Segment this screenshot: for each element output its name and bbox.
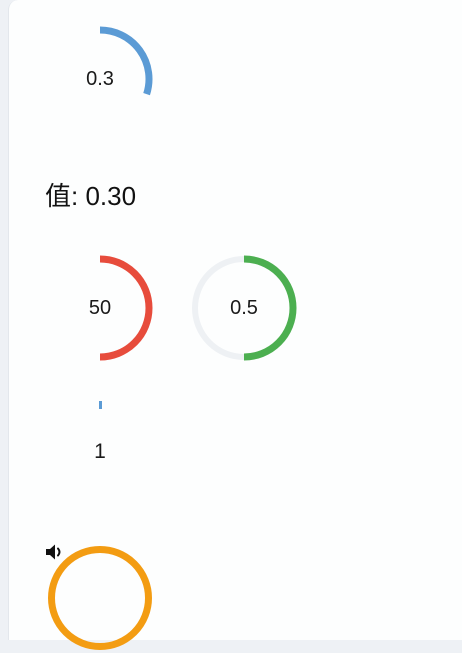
volume-icon	[45, 543, 155, 653]
knob-1[interactable]: 0.3	[48, 26, 153, 131]
value-readout: 值: 0.30	[45, 181, 137, 211]
volume-knob[interactable]	[45, 543, 155, 653]
knob-3[interactable]: 0.5	[192, 255, 297, 361]
knob-4-value: 1	[94, 440, 106, 463]
knob-4[interactable]	[80, 398, 120, 414]
knob-4-indicator	[99, 401, 102, 409]
knob-2-value: 50	[88, 296, 112, 319]
knob-2[interactable]: 50	[48, 255, 153, 361]
knob-3-value: 0.5	[230, 296, 258, 319]
knob-1-value: 0.3	[86, 67, 114, 90]
